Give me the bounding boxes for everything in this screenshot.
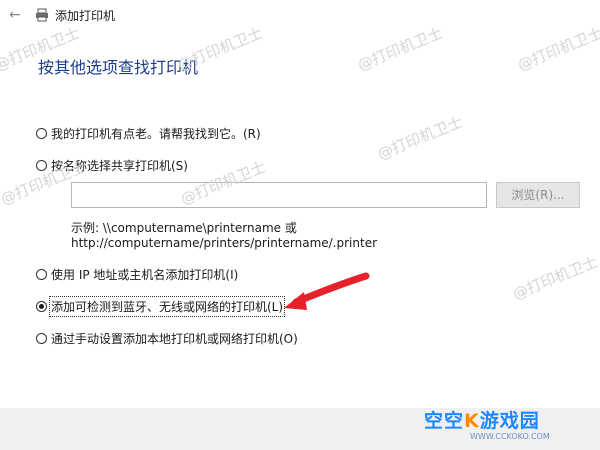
- option-ip-address[interactable]: 使用 IP 地址或主机名添加打印机(I): [36, 266, 238, 283]
- logo-brand: 空空K游戏园: [424, 406, 540, 433]
- option-printer-old-radio[interactable]: [36, 128, 47, 139]
- site-logo: 空空K游戏园 WWW.CCKOKO.COM: [424, 406, 584, 446]
- browse-button[interactable]: 浏览(R)...: [496, 182, 580, 208]
- watermark: @打印机卫士: [510, 252, 600, 304]
- logo-brand-k: K: [464, 410, 480, 432]
- option-bluetooth-wireless[interactable]: 添加可检测到蓝牙、无线或网络的打印机(L): [36, 296, 286, 317]
- option-ip-address-label: 使用 IP 地址或主机名添加打印机(I): [51, 268, 239, 282]
- option-shared-printer-label: 按名称选择共享打印机(S): [51, 159, 188, 173]
- logo-url: WWW.CCKOKO.COM: [470, 432, 550, 441]
- option-shared-printer[interactable]: 按名称选择共享打印机(S): [36, 157, 188, 174]
- option-manual-setup[interactable]: 通过手动设置添加本地打印机或网络打印机(O): [36, 330, 298, 347]
- title-bar: ← 添加打印机: [0, 0, 600, 32]
- example-text-line1: 示例: \\computername\printername 或: [71, 221, 297, 235]
- back-arrow-icon[interactable]: ←: [6, 6, 24, 24]
- printer-icon: [36, 8, 48, 22]
- shared-printer-name-input[interactable]: [71, 182, 487, 208]
- example-text-line2: http://computername/printers/printername…: [71, 236, 378, 250]
- option-printer-old-label: 我的打印机有点老。请帮我找到它。(R): [51, 127, 261, 141]
- option-manual-setup-radio[interactable]: [36, 333, 47, 344]
- window-title: 添加打印机: [55, 9, 116, 23]
- option-manual-setup-label: 通过手动设置添加本地打印机或网络打印机(O): [51, 332, 298, 346]
- watermark: @打印机卫士: [375, 112, 466, 164]
- option-ip-address-radio[interactable]: [36, 269, 47, 280]
- page-heading: 按其他选项查找打印机: [38, 58, 199, 77]
- logo-brand-right: 游戏园: [479, 410, 540, 432]
- option-shared-printer-radio[interactable]: [36, 160, 47, 171]
- option-printer-old[interactable]: 我的打印机有点老。请帮我找到它。(R): [36, 125, 261, 142]
- red-arrow-annotation: [284, 272, 370, 310]
- option-bluetooth-wireless-radio[interactable]: [36, 301, 47, 312]
- logo-brand-left: 空空: [424, 410, 465, 432]
- add-printer-window: ← 添加打印机 按其他选项查找打印机 我的打印机有点老。请帮我找到它。(R) 按…: [0, 0, 600, 450]
- option-bluetooth-wireless-label: 添加可检测到蓝牙、无线或网络的打印机(L): [48, 296, 286, 317]
